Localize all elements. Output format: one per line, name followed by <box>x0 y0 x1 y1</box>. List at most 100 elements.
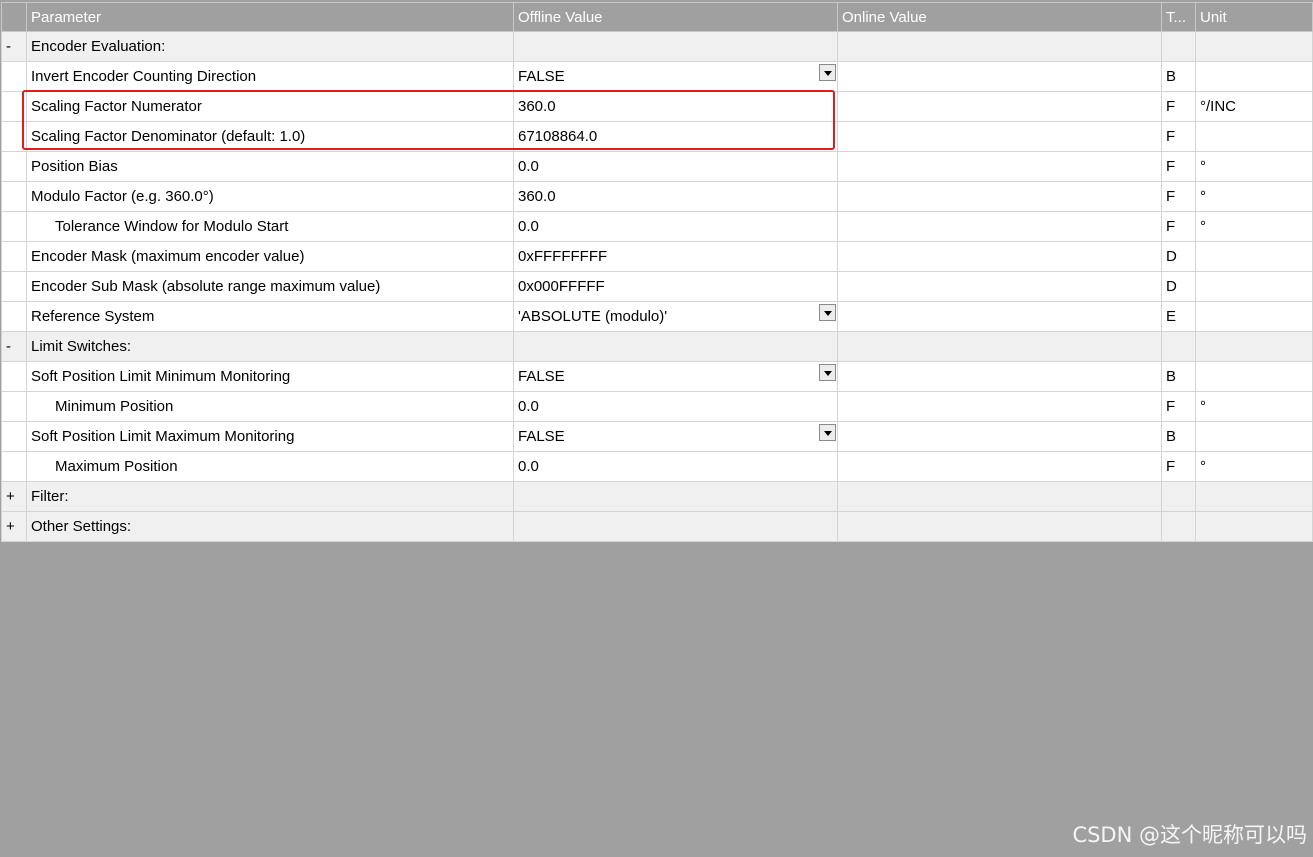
collapse-toggle[interactable]: - <box>1 331 27 362</box>
offline-value-select[interactable]: 'ABSOLUTE (modulo)' <box>513 301 838 332</box>
type-cell: D <box>1161 271 1196 302</box>
col-type-header[interactable]: T... <box>1161 2 1196 32</box>
chevron-down-icon[interactable] <box>819 364 836 381</box>
unit-cell: ° <box>1195 451 1313 482</box>
param-name-cell: Maximum Position <box>26 451 514 482</box>
param-row-scaling-factor-numerator[interactable]: Scaling Factor Numerator 360.0 F °/INC <box>1 91 1313 122</box>
offline-value-text: FALSE <box>518 368 565 385</box>
offline-value <box>513 511 838 542</box>
offline-value-input[interactable]: 0.0 <box>513 451 838 482</box>
unit-cell <box>1195 61 1313 92</box>
online-value <box>837 61 1162 92</box>
online-value <box>837 391 1162 422</box>
param-row-encoder-sub-mask[interactable]: Encoder Sub Mask (absolute range maximum… <box>1 271 1313 302</box>
unit-cell: ° <box>1195 151 1313 182</box>
param-row-invert-encoder-counting-direction[interactable]: Invert Encoder Counting Direction FALSE … <box>1 61 1313 92</box>
online-value <box>837 361 1162 392</box>
offline-value-text: 'ABSOLUTE (modulo)' <box>518 308 668 325</box>
offline-value-input[interactable]: 0xFFFFFFFF <box>513 241 838 272</box>
offline-value-input[interactable]: 360.0 <box>513 91 838 122</box>
offline-value-input[interactable]: 67108864.0 <box>513 121 838 152</box>
chevron-down-icon[interactable] <box>819 424 836 441</box>
expander-cell <box>1 121 27 152</box>
param-row-soft-limit-max-monitoring[interactable]: Soft Position Limit Maximum Monitoring F… <box>1 421 1313 452</box>
col-offline-value-header[interactable]: Offline Value <box>513 2 838 32</box>
offline-value-input[interactable]: 0.0 <box>513 211 838 242</box>
offline-value <box>513 481 838 512</box>
parameter-grid: Parameter Offline Value Online Value T..… <box>1 2 1313 542</box>
param-name: Invert Encoder Counting Direction <box>26 61 514 92</box>
unit-cell <box>1195 331 1313 362</box>
chevron-down-icon[interactable] <box>819 304 836 321</box>
expander-cell <box>1 181 27 212</box>
chevron-down-icon[interactable] <box>819 64 836 81</box>
collapse-toggle[interactable]: - <box>1 31 27 62</box>
col-parameter-header[interactable]: Parameter <box>26 2 514 32</box>
param-row-reference-system[interactable]: Reference System 'ABSOLUTE (modulo)' E <box>1 301 1313 332</box>
unit-cell <box>1195 511 1313 542</box>
param-row-encoder-mask[interactable]: Encoder Mask (maximum encoder value) 0xF… <box>1 241 1313 272</box>
online-value <box>837 121 1162 152</box>
expander-cell <box>1 361 27 392</box>
param-row-tolerance-window[interactable]: Tolerance Window for Modulo Start 0.0 F … <box>1 211 1313 242</box>
col-expander-header <box>1 2 27 32</box>
expand-toggle[interactable]: + <box>1 481 27 512</box>
unit-cell <box>1195 271 1313 302</box>
param-name: Modulo Factor (e.g. 360.0°) <box>26 181 514 212</box>
param-name: Tolerance Window for Modulo Start <box>55 218 289 235</box>
unit-cell <box>1195 481 1313 512</box>
offline-value-select[interactable]: FALSE <box>513 361 838 392</box>
unit-cell <box>1195 421 1313 452</box>
offline-value-text: FALSE <box>518 428 565 445</box>
type-cell <box>1161 331 1196 362</box>
param-row-scaling-factor-denominator[interactable]: Scaling Factor Denominator (default: 1.0… <box>1 121 1313 152</box>
type-cell: F <box>1161 451 1196 482</box>
type-cell: B <box>1161 421 1196 452</box>
param-row-soft-limit-min-monitoring[interactable]: Soft Position Limit Minimum Monitoring F… <box>1 361 1313 392</box>
param-name: Scaling Factor Numerator <box>26 91 514 122</box>
expander-cell <box>1 211 27 242</box>
param-name: Encoder Sub Mask (absolute range maximum… <box>26 271 514 302</box>
type-cell: F <box>1161 181 1196 212</box>
unit-cell <box>1195 31 1313 62</box>
expander-cell <box>1 151 27 182</box>
offline-value <box>513 31 838 62</box>
online-value <box>837 451 1162 482</box>
offline-value-input[interactable]: 0x000FFFFF <box>513 271 838 302</box>
param-name: Other Settings: <box>26 511 514 542</box>
unit-cell: ° <box>1195 181 1313 212</box>
group-row-encoder-evaluation[interactable]: - Encoder Evaluation: <box>1 31 1313 62</box>
offline-value-text: FALSE <box>518 68 565 85</box>
param-name: Reference System <box>26 301 514 332</box>
online-value <box>837 151 1162 182</box>
param-row-maximum-position[interactable]: Maximum Position 0.0 F ° <box>1 451 1313 482</box>
param-row-modulo-factor[interactable]: Modulo Factor (e.g. 360.0°) 360.0 F ° <box>1 181 1313 212</box>
offline-value-select[interactable]: FALSE <box>513 61 838 92</box>
online-value <box>837 181 1162 212</box>
offline-value-input[interactable]: 360.0 <box>513 181 838 212</box>
offline-value-select[interactable]: FALSE <box>513 421 838 452</box>
online-value <box>837 421 1162 452</box>
expand-toggle[interactable]: + <box>1 511 27 542</box>
param-name-cell: Tolerance Window for Modulo Start <box>26 211 514 242</box>
offline-value-input[interactable]: 0.0 <box>513 391 838 422</box>
online-value <box>837 91 1162 122</box>
col-unit-header[interactable]: Unit <box>1195 2 1313 32</box>
param-name-cell: Minimum Position <box>26 391 514 422</box>
unit-cell: °/INC <box>1195 91 1313 122</box>
online-value <box>837 241 1162 272</box>
type-cell <box>1161 481 1196 512</box>
offline-value-input[interactable]: 0.0 <box>513 151 838 182</box>
group-row-limit-switches[interactable]: - Limit Switches: <box>1 331 1313 362</box>
unit-cell <box>1195 121 1313 152</box>
expander-cell <box>1 451 27 482</box>
type-cell: F <box>1161 91 1196 122</box>
group-row-other-settings[interactable]: + Other Settings: <box>1 511 1313 542</box>
param-row-minimum-position[interactable]: Minimum Position 0.0 F ° <box>1 391 1313 422</box>
param-row-position-bias[interactable]: Position Bias 0.0 F ° <box>1 151 1313 182</box>
group-row-filter[interactable]: + Filter: <box>1 481 1313 512</box>
expander-cell <box>1 271 27 302</box>
offline-value <box>513 331 838 362</box>
param-name: Soft Position Limit Maximum Monitoring <box>26 421 514 452</box>
col-online-value-header[interactable]: Online Value <box>837 2 1162 32</box>
